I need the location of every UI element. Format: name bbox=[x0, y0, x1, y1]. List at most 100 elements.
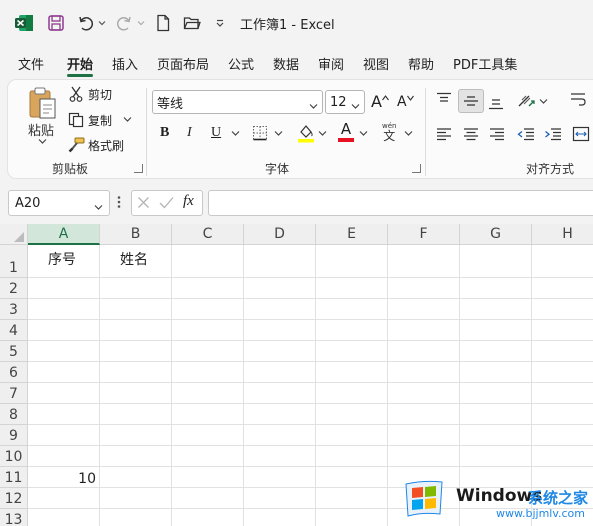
new-file-icon[interactable] bbox=[154, 12, 172, 34]
gridline bbox=[28, 445, 593, 446]
increase-indent-icon[interactable] bbox=[544, 127, 562, 141]
column-header-e[interactable]: E bbox=[316, 224, 388, 245]
copy-button[interactable]: 复制 bbox=[88, 112, 112, 129]
undo-icon[interactable] bbox=[76, 12, 96, 34]
align-right-icon[interactable] bbox=[489, 127, 505, 141]
bold-button[interactable]: B bbox=[160, 125, 169, 141]
row-header-13[interactable]: 13 bbox=[0, 509, 28, 526]
merge-center-icon[interactable] bbox=[572, 126, 590, 142]
row-header-5[interactable]: 5 bbox=[0, 341, 28, 362]
select-all-corner[interactable] bbox=[0, 224, 28, 245]
tab-pdf-tools[interactable]: PDF工具集 bbox=[453, 54, 517, 73]
align-middle-icon[interactable] bbox=[458, 89, 484, 113]
decrease-indent-icon[interactable] bbox=[517, 127, 535, 141]
paste-icon[interactable] bbox=[26, 86, 60, 120]
tab-help[interactable]: 帮助 bbox=[408, 54, 434, 73]
tab-file[interactable]: 文件 bbox=[18, 54, 44, 73]
decrease-font-size-button[interactable]: A bbox=[397, 94, 414, 110]
cancel-icon[interactable] bbox=[137, 196, 150, 209]
tab-review[interactable]: 审阅 bbox=[318, 54, 344, 73]
name-box[interactable]: A20 bbox=[8, 190, 110, 216]
underline-dropdown-icon[interactable] bbox=[231, 130, 240, 137]
paste-button[interactable]: 粘贴 bbox=[28, 120, 54, 139]
tab-page-layout[interactable]: 页面布局 bbox=[157, 54, 209, 73]
row-header-4[interactable]: 4 bbox=[0, 320, 28, 341]
orientation-icon[interactable] bbox=[517, 92, 537, 110]
fill-color-icon[interactable] bbox=[297, 123, 315, 143]
copy-icon[interactable] bbox=[68, 112, 84, 128]
undo-dropdown-icon[interactable] bbox=[97, 12, 107, 34]
clipboard-launcher-icon[interactable] bbox=[134, 164, 143, 173]
save-icon[interactable] bbox=[46, 12, 66, 34]
row-header-1[interactable]: 1 bbox=[0, 245, 28, 278]
phonetic-guide-button[interactable]: wén 文 bbox=[382, 122, 396, 143]
cut-button[interactable]: 剪切 bbox=[88, 86, 112, 103]
column-header-f[interactable]: F bbox=[388, 224, 460, 245]
row-header-3[interactable]: 3 bbox=[0, 299, 28, 320]
align-bottom-icon[interactable] bbox=[488, 96, 504, 110]
watermark-site-name: 系统之家 bbox=[528, 489, 589, 507]
column-header-a[interactable]: A bbox=[28, 224, 100, 245]
underline-button[interactable]: U bbox=[211, 125, 221, 141]
tab-formulas[interactable]: 公式 bbox=[228, 54, 254, 73]
font-color-dropdown-icon[interactable] bbox=[359, 130, 368, 137]
phonetic-dropdown-icon[interactable] bbox=[404, 130, 413, 137]
fill-color-dropdown-icon[interactable] bbox=[318, 130, 327, 137]
tab-insert[interactable]: 插入 bbox=[112, 54, 138, 73]
italic-button[interactable]: I bbox=[187, 125, 192, 141]
cell-a11[interactable]: 10 bbox=[28, 471, 96, 487]
font-color-button[interactable]: A bbox=[338, 120, 354, 142]
row-header-6[interactable]: 6 bbox=[0, 362, 28, 383]
format-painter-icon[interactable] bbox=[68, 137, 85, 153]
cut-icon[interactable] bbox=[69, 86, 83, 102]
chevron-down-icon bbox=[94, 200, 103, 215]
ribbon-tabs: 文件 开始 插入 页面布局 公式 数据 审阅 视图 帮助 PDF工具集 bbox=[0, 50, 593, 76]
cell-b1[interactable]: 姓名 bbox=[120, 249, 148, 269]
font-launcher-icon[interactable] bbox=[412, 164, 421, 173]
orientation-dropdown-icon[interactable] bbox=[539, 98, 548, 105]
format-painter-button[interactable]: 格式刷 bbox=[88, 137, 124, 154]
row-header-7[interactable]: 7 bbox=[0, 383, 28, 404]
column-header-b[interactable]: B bbox=[100, 224, 172, 245]
cell-a1[interactable]: 序号 bbox=[48, 249, 76, 269]
align-top-icon[interactable] bbox=[436, 92, 452, 106]
paste-dropdown-icon[interactable] bbox=[38, 138, 47, 145]
formula-input[interactable] bbox=[208, 190, 593, 216]
row-header-11[interactable]: 11 bbox=[0, 467, 28, 488]
customize-qat-icon[interactable] bbox=[214, 12, 226, 34]
wrap-text-icon[interactable] bbox=[570, 92, 586, 108]
font-size-select[interactable]: 12 bbox=[325, 90, 365, 114]
align-left-icon[interactable] bbox=[436, 127, 452, 141]
column-header-h[interactable]: H bbox=[532, 224, 593, 245]
row-header-9[interactable]: 9 bbox=[0, 425, 28, 446]
gridline bbox=[28, 403, 593, 404]
insert-function-button[interactable]: fx bbox=[183, 193, 194, 210]
redo-icon[interactable] bbox=[114, 12, 134, 34]
open-folder-icon[interactable] bbox=[182, 12, 202, 34]
row-header-8[interactable]: 8 bbox=[0, 404, 28, 425]
column-header-g[interactable]: G bbox=[460, 224, 532, 245]
redo-dropdown-icon[interactable] bbox=[136, 12, 146, 34]
tab-data[interactable]: 数据 bbox=[273, 54, 299, 73]
row-header-10[interactable]: 10 bbox=[0, 446, 28, 467]
row-header-2[interactable]: 2 bbox=[0, 278, 28, 299]
name-box-value: A20 bbox=[15, 195, 41, 211]
font-name-select[interactable]: 等线 bbox=[152, 90, 323, 114]
borders-dropdown-icon[interactable] bbox=[274, 130, 283, 137]
column-header-d[interactable]: D bbox=[244, 224, 316, 245]
align-center-icon[interactable] bbox=[463, 127, 479, 141]
column-header-c[interactable]: C bbox=[172, 224, 244, 245]
tab-home[interactable]: 开始 bbox=[67, 54, 93, 73]
borders-icon[interactable] bbox=[252, 125, 268, 141]
tab-view[interactable]: 视图 bbox=[363, 54, 389, 73]
active-tab-indicator bbox=[67, 74, 93, 77]
more-options-icon[interactable] bbox=[117, 195, 121, 209]
enter-icon[interactable] bbox=[159, 196, 174, 209]
copy-dropdown-icon[interactable] bbox=[123, 116, 132, 123]
clipboard-group-label: 剪贴板 bbox=[52, 162, 89, 176]
row-header-12[interactable]: 12 bbox=[0, 488, 28, 509]
increase-font-size-button[interactable]: A bbox=[371, 92, 389, 111]
chevron-down-icon bbox=[351, 99, 360, 114]
font-color-letter: A bbox=[340, 120, 352, 138]
title-bar: 工作簿1 - Excel bbox=[0, 0, 593, 46]
